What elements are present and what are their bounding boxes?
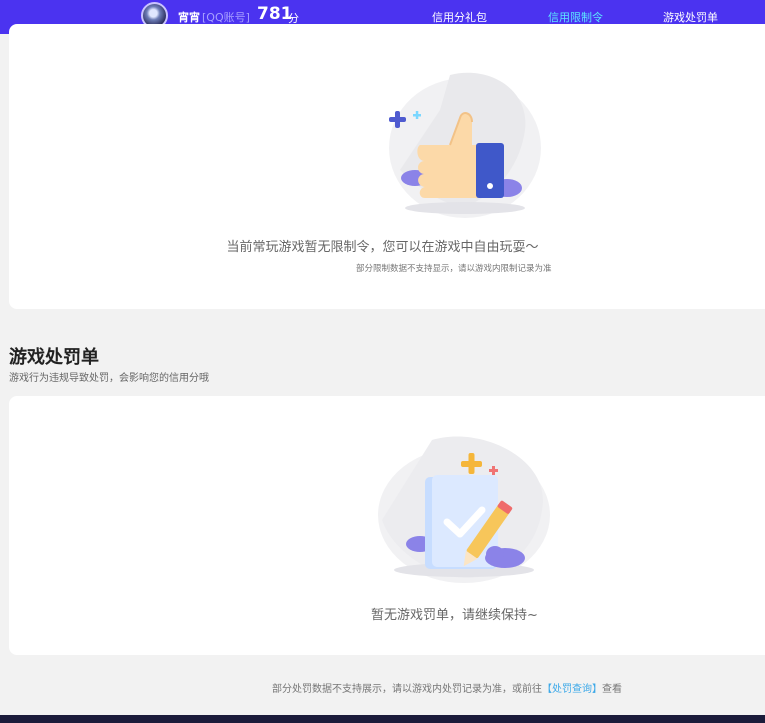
penalty-footnote: 部分处罚数据不支持展示，请以游戏内处罚记录为准，或前往【处罚查询】查看 <box>272 680 622 695</box>
tab-game-penalty[interactable]: 游戏处罚单 <box>663 9 718 25</box>
tab-credit-restriction[interactable]: 信用限制令 <box>548 9 603 25</box>
footnote-suffix: 查看 <box>602 684 622 695</box>
footer-bar <box>0 715 765 723</box>
restriction-empty-title: 当前常玩游戏暂无限制令，您可以在游戏中自由玩耍～ <box>226 240 539 255</box>
document-check-illustration <box>378 436 550 583</box>
account-type: [QQ账号] <box>202 11 250 24</box>
penalty-empty-title: 暂无游戏罚单，请继续保持~ <box>371 608 538 623</box>
tab-credit-gift[interactable]: 信用分礼包 <box>432 9 487 25</box>
username: 宵宵 <box>178 11 200 24</box>
section-subtitle: 游戏行为违规导致处罚，会影响您的信用分哦 <box>9 373 209 384</box>
restriction-empty-note: 部分限制数据不支持显示，请以游戏内限制记录为准 <box>356 264 552 274</box>
thumbs-up-illustration <box>389 72 541 218</box>
footnote-text: 部分处罚数据不支持展示，请以游戏内处罚记录为准，或前往 <box>272 684 542 695</box>
penalty-query-link[interactable]: 【处罚查询】 <box>542 684 602 695</box>
section-title: 游戏处罚单 <box>9 347 99 368</box>
